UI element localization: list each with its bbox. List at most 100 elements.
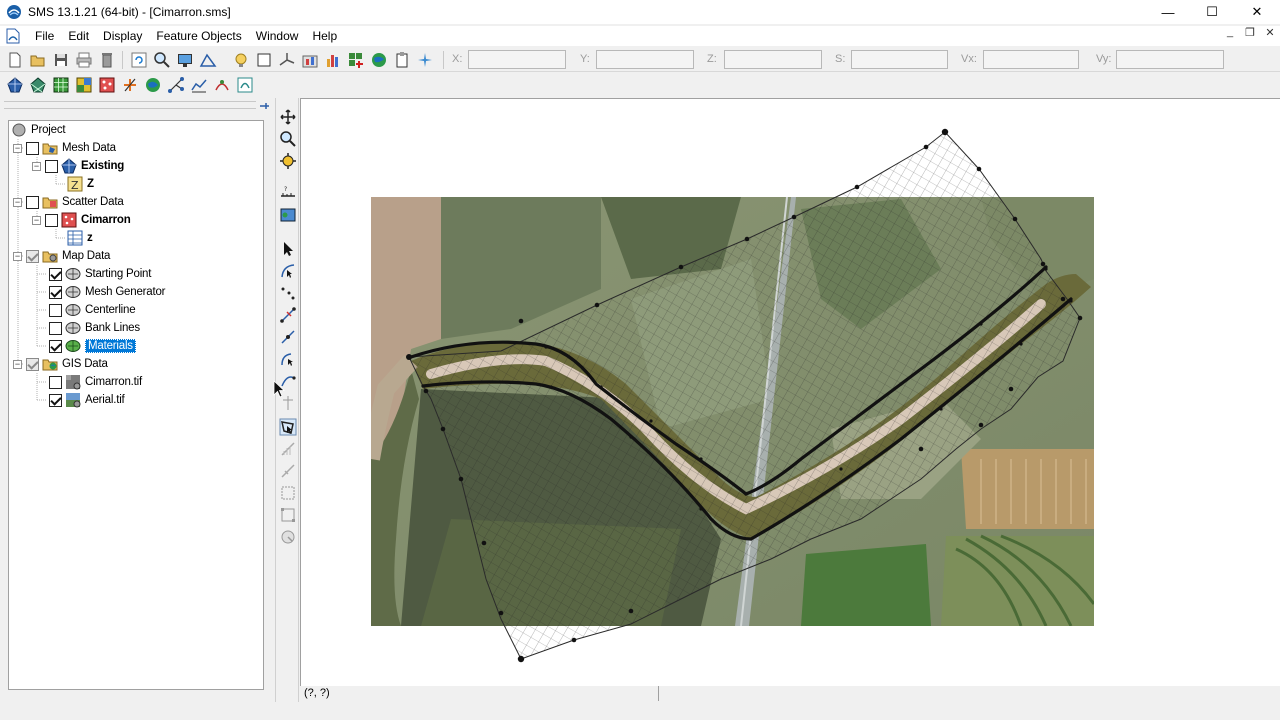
cross-section-module-icon[interactable] <box>213 76 231 94</box>
map-data-checkbox[interactable] <box>26 249 39 263</box>
collapse-map-data-button[interactable]: − <box>13 251 22 261</box>
print-icon[interactable] <box>75 51 93 69</box>
tree-item-materials[interactable]: Materials <box>49 337 136 355</box>
save-icon[interactable] <box>52 51 70 69</box>
refresh-icon[interactable] <box>130 51 148 69</box>
aerial-tif-checkbox[interactable] <box>49 393 62 407</box>
menu-window[interactable]: Window <box>249 29 306 43</box>
axes-icon[interactable] <box>278 51 296 69</box>
scatter-data-checkbox[interactable] <box>26 195 39 209</box>
bank-lines-checkbox[interactable] <box>49 321 62 335</box>
map-canvas[interactable] <box>301 99 1280 686</box>
get-info-icon[interactable] <box>279 206 297 224</box>
mesh-data-checkbox[interactable] <box>26 141 39 155</box>
generic-model-icon[interactable] <box>236 76 254 94</box>
y-coord-field[interactable] <box>596 50 694 69</box>
collapse-scatter-data-button[interactable]: − <box>13 197 22 207</box>
tree-item-cimarron[interactable]: − Cimarron <box>32 211 131 229</box>
cimarron-checkbox[interactable] <box>45 213 58 227</box>
collapse-existing-button[interactable]: − <box>32 161 41 171</box>
tree-item-centerline[interactable]: Centerline <box>49 301 136 319</box>
mdi-close-button[interactable]: ✕ <box>1260 26 1280 39</box>
vy-coord-field[interactable] <box>1116 50 1224 69</box>
project-tree[interactable]: Project − Mesh Data − Existing Z Z − Sca… <box>8 120 264 690</box>
close-button[interactable]: ✕ <box>1234 0 1280 24</box>
tree-item-map-data[interactable]: − Map Data <box>13 247 110 265</box>
disabled-line-tool-icon[interactable] <box>279 462 297 480</box>
menu-display[interactable]: Display <box>96 29 149 43</box>
zoom-icon[interactable] <box>153 51 171 69</box>
map-module-icon[interactable] <box>121 76 139 94</box>
frame-icon[interactable] <box>255 51 273 69</box>
globe-icon[interactable] <box>370 51 388 69</box>
add-dataset-icon[interactable] <box>347 51 365 69</box>
x-coord-field[interactable] <box>468 50 566 69</box>
select-polygon-icon[interactable] <box>279 418 297 436</box>
select-vertex-icon[interactable] <box>279 284 297 302</box>
create-node-icon[interactable] <box>279 328 297 346</box>
collapse-gis-data-button[interactable]: − <box>13 359 22 369</box>
mesh-generator-checkbox[interactable] <box>49 285 62 299</box>
tree-item-scatter-z[interactable]: z <box>67 229 93 247</box>
cartesian-grid-module-icon[interactable] <box>52 76 70 94</box>
tree-item-starting-point[interactable]: Starting Point <box>49 265 151 283</box>
measure-icon[interactable]: ? <box>279 184 297 202</box>
disabled-frame-tool-icon[interactable] <box>279 506 297 524</box>
centerline-checkbox[interactable] <box>49 303 62 317</box>
sparkle-icon[interactable] <box>416 51 434 69</box>
gis-data-checkbox[interactable] <box>26 357 39 371</box>
tree-item-project[interactable]: Project <box>11 121 66 139</box>
menu-edit[interactable]: Edit <box>61 29 96 43</box>
tree-item-bank-lines[interactable]: Bank Lines <box>49 319 140 337</box>
gis-module-icon[interactable] <box>144 76 162 94</box>
disabled-rectangle-tool-icon[interactable] <box>279 484 297 502</box>
vx-coord-field[interactable] <box>983 50 1079 69</box>
existing-checkbox[interactable] <box>45 159 58 173</box>
graphics-icon[interactable] <box>199 51 217 69</box>
light-icon[interactable] <box>232 51 250 69</box>
plot-wizard-icon[interactable] <box>301 51 319 69</box>
collapse-cimarron-button[interactable]: − <box>32 215 41 225</box>
mesh-module-icon[interactable] <box>6 76 24 94</box>
chart-icon[interactable] <box>324 51 342 69</box>
particle-module-icon[interactable] <box>167 76 185 94</box>
cimarron-tif-checkbox[interactable] <box>49 375 62 389</box>
tree-item-mesh-generator[interactable]: Mesh Generator <box>49 283 165 301</box>
rotate-icon[interactable] <box>279 152 297 170</box>
1d-grid-module-icon[interactable] <box>190 76 208 94</box>
panel-grip[interactable] <box>4 101 256 109</box>
select-arrow-icon[interactable] <box>279 240 297 258</box>
materials-checkbox[interactable] <box>49 339 62 353</box>
display-options-icon[interactable] <box>176 51 194 69</box>
tree-item-existing[interactable]: − Existing <box>32 157 124 175</box>
tree-item-cimarron-tif[interactable]: Cimarron.tif <box>49 373 142 391</box>
graphics-window[interactable] <box>300 98 1280 686</box>
starting-point-checkbox[interactable] <box>49 267 62 281</box>
tree-item-aerial-tif[interactable]: Aerial.tif <box>49 391 125 409</box>
z-coord-field[interactable] <box>724 50 822 69</box>
pin-icon[interactable] <box>258 100 270 112</box>
maximize-button[interactable]: ☐ <box>1189 0 1235 24</box>
pan-icon[interactable] <box>279 108 297 126</box>
mdi-minimize-button[interactable]: _ <box>1220 26 1240 39</box>
quadtree-module-icon[interactable] <box>75 76 93 94</box>
tree-item-mesh-data[interactable]: − Mesh Data <box>13 139 116 157</box>
delete-icon[interactable] <box>98 51 116 69</box>
select-feature-arc-icon[interactable] <box>279 262 297 280</box>
disabled-arc-tool-icon[interactable] <box>279 440 297 458</box>
menu-feature-objects[interactable]: Feature Objects <box>149 29 248 43</box>
tree-item-scatter-data[interactable]: − Scatter Data <box>13 193 124 211</box>
mdi-restore-button[interactable]: ❐ <box>1240 26 1260 39</box>
clipboard-icon[interactable] <box>393 51 411 69</box>
minimize-button[interactable]: — <box>1145 0 1191 24</box>
s-coord-field[interactable] <box>851 50 948 69</box>
menu-help[interactable]: Help <box>305 29 344 43</box>
create-polygon-icon[interactable] <box>279 350 297 368</box>
ugrid-module-icon[interactable] <box>29 76 47 94</box>
collapse-mesh-data-button[interactable]: − <box>13 143 22 153</box>
tree-item-gis-data[interactable]: − GIS Data <box>13 355 108 373</box>
new-file-icon[interactable] <box>6 51 24 69</box>
open-folder-icon[interactable] <box>29 51 47 69</box>
zoom-tool-icon[interactable] <box>279 130 297 148</box>
menu-file[interactable]: File <box>28 29 61 43</box>
